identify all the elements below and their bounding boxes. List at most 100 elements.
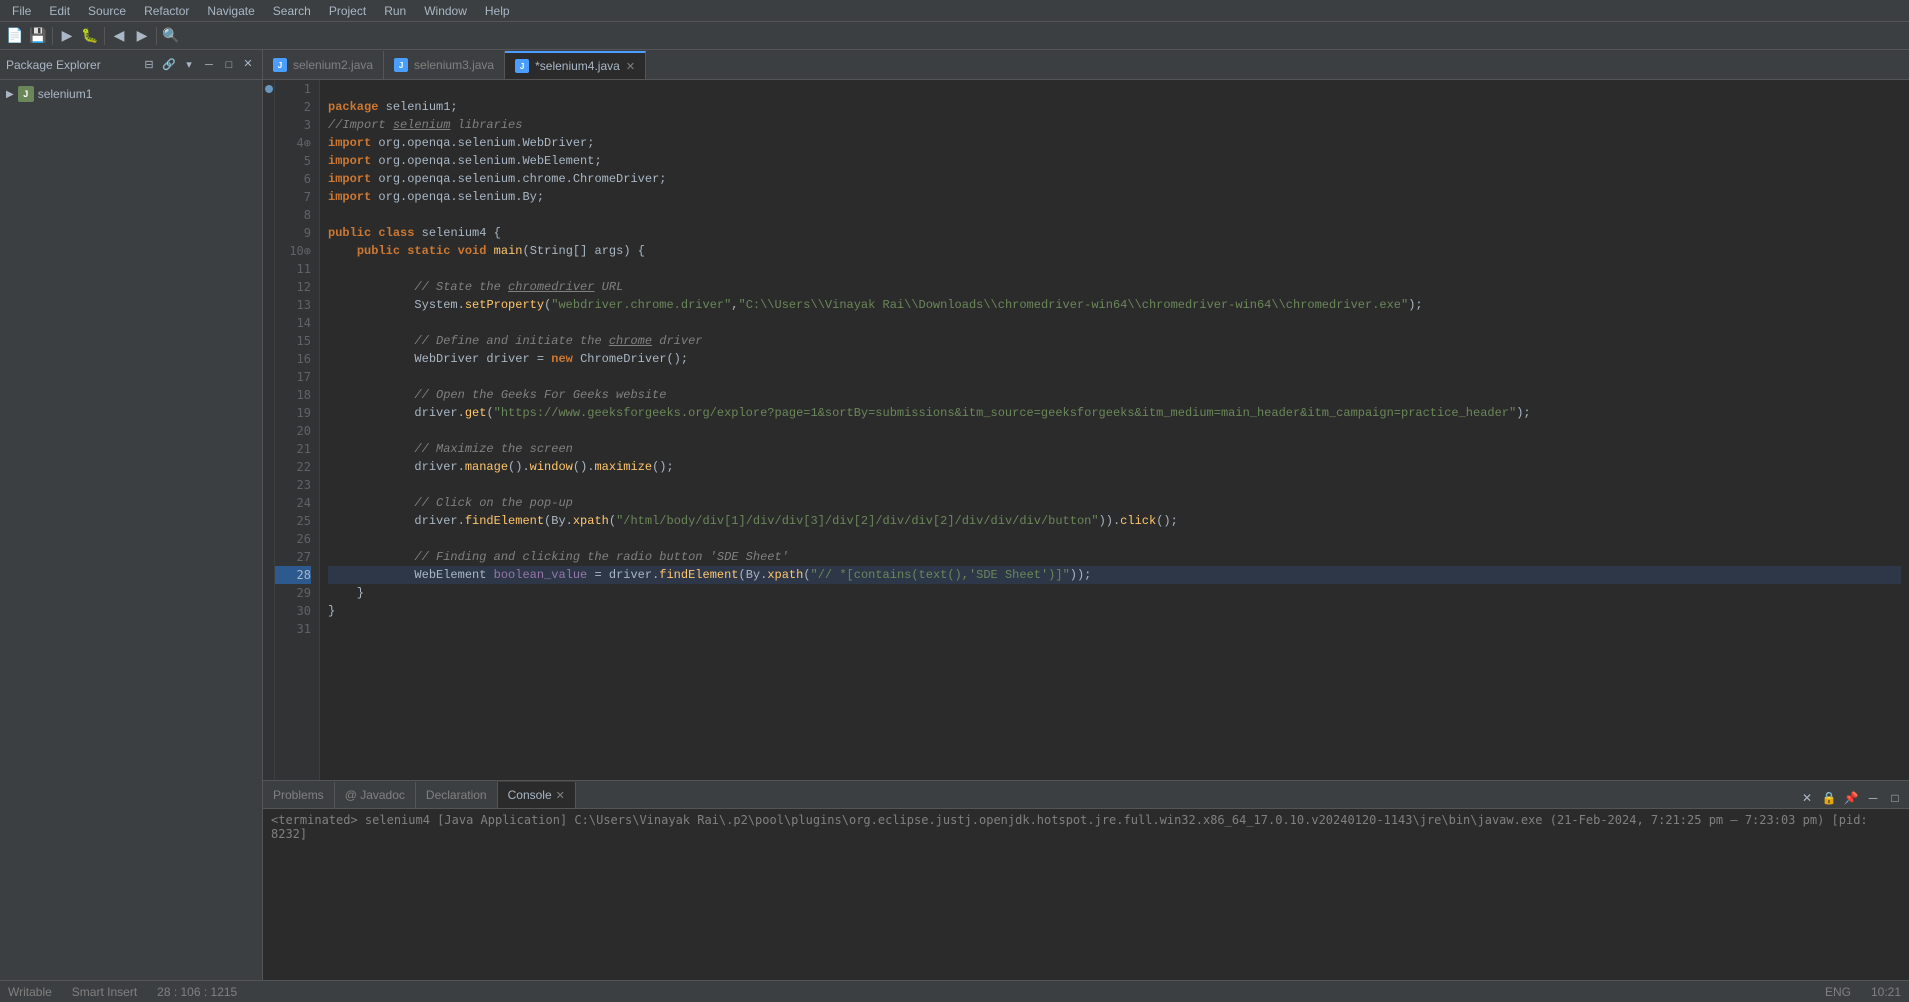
position-label: 28 : 106 : 1215 xyxy=(157,985,237,999)
status-time: 10:21 xyxy=(1871,985,1901,999)
code-line-6: import org.openqa.selenium.chrome.Chrome… xyxy=(328,170,1901,188)
menu-source[interactable]: Source xyxy=(80,2,134,20)
menu-help[interactable]: Help xyxy=(477,2,518,20)
code-line-20 xyxy=(328,422,1901,440)
ln-6: 6 xyxy=(275,170,311,188)
close-panel-btn[interactable]: ✕ xyxy=(240,56,256,72)
main-area: Package Explorer ⊟ 🔗 ▾ ─ □ ✕ ▶ J seleniu… xyxy=(0,50,1909,980)
ln-17: 17 xyxy=(275,368,311,386)
scroll-lock-btn[interactable]: 🔒 xyxy=(1819,788,1839,808)
ln-1: 1 xyxy=(275,80,311,98)
maximize-bottom-btn[interactable]: □ xyxy=(1885,788,1905,808)
marker-28 xyxy=(263,80,275,98)
code-line-15: // Define and initiate the chrome driver xyxy=(328,332,1901,350)
menu-file[interactable]: File xyxy=(4,2,39,20)
ln-2: 2 xyxy=(275,98,311,116)
tab-selenium2[interactable]: J selenium2.java xyxy=(263,51,384,79)
bottom-panel: Problems @ Javadoc Declaration Console ✕… xyxy=(263,780,1909,980)
new-btn[interactable]: 📄 xyxy=(4,25,26,47)
maximize-btn[interactable]: □ xyxy=(220,56,238,74)
pin-btn[interactable]: 📌 xyxy=(1841,788,1861,808)
tab-close-selenium4[interactable]: ✕ xyxy=(626,60,635,73)
code-editor[interactable]: 1 2 3 4⊕ 5 6 7 8 9 10⊕ 11 12 13 14 15 16… xyxy=(263,80,1909,780)
package-explorer-header: Package Explorer ⊟ 🔗 ▾ ─ □ ✕ xyxy=(0,50,262,80)
code-line-10: public static void main(String[] args) { xyxy=(328,242,1901,260)
ln-10: 10⊕ xyxy=(275,242,311,260)
clear-console-btn[interactable]: ✕ xyxy=(1797,788,1817,808)
ln-3: 3 xyxy=(275,116,311,134)
panel-menu-btn[interactable]: ▾ xyxy=(180,56,198,74)
collapse-btn[interactable]: ⊟ xyxy=(140,56,158,74)
tab-javadoc[interactable]: @ Javadoc xyxy=(335,782,416,808)
code-line-7: import org.openqa.selenium.By; xyxy=(328,188,1901,206)
tab-problems-label: Problems xyxy=(273,788,324,802)
ln-13: 13 xyxy=(275,296,311,314)
tab-selenium4[interactable]: J *selenium4.java ✕ xyxy=(505,51,646,79)
link-btn[interactable]: 🔗 xyxy=(160,56,178,74)
ln-22: 22 xyxy=(275,458,311,476)
tab-icon-selenium4: J xyxy=(515,59,529,73)
package-explorer-title: Package Explorer xyxy=(6,58,136,72)
ln-21: 21 xyxy=(275,440,311,458)
ln-20: 20 xyxy=(275,422,311,440)
menu-navigate[interactable]: Navigate xyxy=(199,2,262,20)
ln-7: 7 xyxy=(275,188,311,206)
tab-console-close[interactable]: ✕ xyxy=(556,789,565,802)
forward-btn[interactable]: ▶ xyxy=(131,25,153,47)
ln-27: 27 xyxy=(275,548,311,566)
explorer-tree: ▶ J selenium1 xyxy=(0,80,262,980)
status-insert-mode: Smart Insert xyxy=(72,985,137,999)
ln-31: 31 xyxy=(275,620,311,638)
code-line-4: import org.openqa.selenium.WebDriver; xyxy=(328,134,1901,152)
project-icon: J xyxy=(18,86,34,102)
code-line-8 xyxy=(328,206,1901,224)
marker-area xyxy=(263,80,275,780)
ln-26: 26 xyxy=(275,530,311,548)
tab-label-selenium3: selenium3.java xyxy=(414,58,494,72)
bottom-tab-actions: ✕ 🔒 📌 ─ □ xyxy=(1793,788,1909,808)
minimize-bottom-btn[interactable]: ─ xyxy=(1863,788,1883,808)
code-line-9: public class selenium4 { xyxy=(328,224,1901,242)
code-line-27: // Finding and clicking the radio button… xyxy=(328,548,1901,566)
save-btn[interactable]: 💾 xyxy=(27,25,49,47)
editor-tab-bar: J selenium2.java J selenium3.java J *sel… xyxy=(263,50,1909,80)
code-line-11 xyxy=(328,260,1901,278)
tab-problems[interactable]: Problems xyxy=(263,782,335,808)
menu-search[interactable]: Search xyxy=(265,2,319,20)
menu-run[interactable]: Run xyxy=(376,2,414,20)
project-item[interactable]: ▶ J selenium1 xyxy=(0,84,262,104)
menu-refactor[interactable]: Refactor xyxy=(136,2,197,20)
code-line-3: //Import selenium libraries xyxy=(328,116,1901,134)
ln-30: 30 xyxy=(275,602,311,620)
time-label: 10:21 xyxy=(1871,985,1901,999)
menu-window[interactable]: Window xyxy=(416,2,475,20)
editor-area: J selenium2.java J selenium3.java J *sel… xyxy=(263,50,1909,980)
code-content[interactable]: package selenium1; //Import selenium lib… xyxy=(320,80,1909,780)
code-line-2: package selenium1; xyxy=(328,98,1901,116)
minimize-btn[interactable]: ─ xyxy=(200,56,218,74)
ln-8: 8 xyxy=(275,206,311,224)
debug-btn[interactable]: 🐛 xyxy=(79,25,101,47)
status-bar: Writable Smart Insert 28 : 106 : 1215 EN… xyxy=(0,980,1909,1002)
status-language: ENG xyxy=(1825,985,1851,999)
tab-selenium3[interactable]: J selenium3.java xyxy=(384,51,505,79)
tab-console[interactable]: Console ✕ xyxy=(498,782,576,808)
tab-icon-selenium3: J xyxy=(394,58,408,72)
status-position: 28 : 106 : 1215 xyxy=(157,985,237,999)
ln-18: 18 xyxy=(275,386,311,404)
separator-3 xyxy=(156,27,157,45)
menu-edit[interactable]: Edit xyxy=(41,2,78,20)
back-btn[interactable]: ◀ xyxy=(108,25,130,47)
ln-5: 5 xyxy=(275,152,311,170)
run-btn[interactable]: ▶ xyxy=(56,25,78,47)
tab-declaration[interactable]: Declaration xyxy=(416,782,498,808)
code-line-16: WebDriver driver = new ChromeDriver(); xyxy=(328,350,1901,368)
code-line-23 xyxy=(328,476,1901,494)
search-toolbar-btn[interactable]: 🔍 xyxy=(160,25,182,47)
language-label: ENG xyxy=(1825,985,1851,999)
menu-project[interactable]: Project xyxy=(321,2,374,20)
panel-actions: ⊟ 🔗 ▾ ─ □ ✕ xyxy=(140,56,256,74)
code-line-29: } xyxy=(328,584,1901,602)
ln-12: 12 xyxy=(275,278,311,296)
separator-1 xyxy=(52,27,53,45)
